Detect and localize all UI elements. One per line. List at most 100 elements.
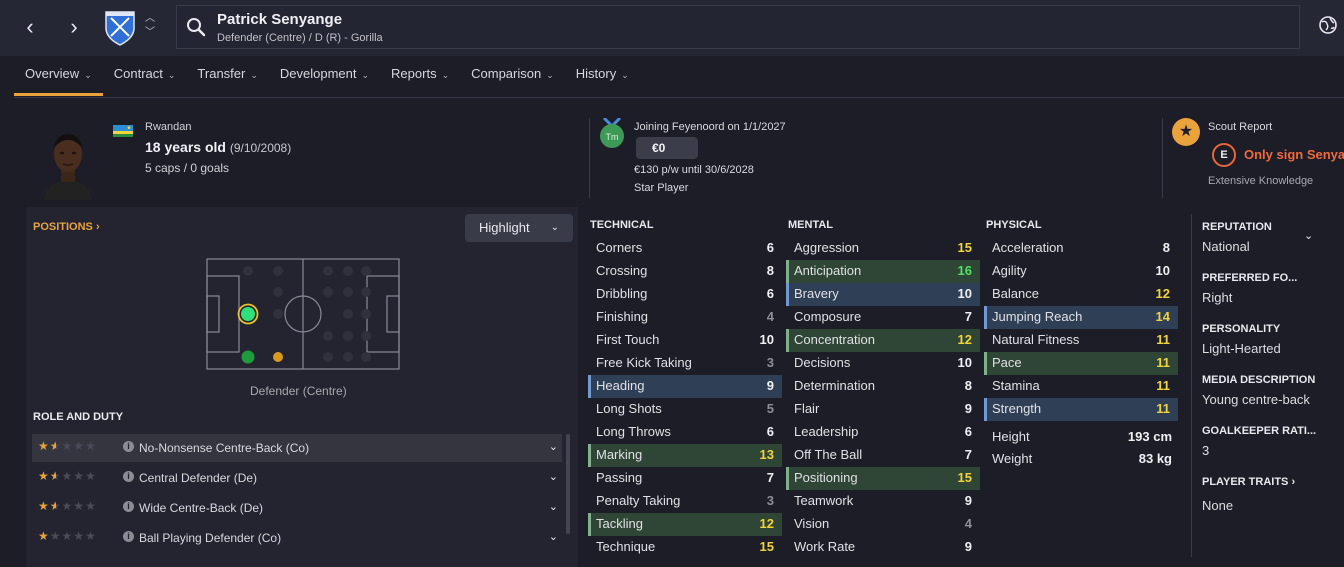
attribute-value: 9 [964,401,972,416]
natural-position-dot [241,307,255,321]
info-icon[interactable]: i [123,501,134,512]
chevron-down-icon[interactable]: ⌄ [1304,229,1313,242]
attribute-value: 15 [957,470,972,485]
attribute-row[interactable]: Stamina 11 [984,375,1178,398]
tab-comparison[interactable]: Comparison ⌄ [460,56,565,92]
attribute-row[interactable]: Strength 11 [984,398,1178,421]
role-rating-stars: ★★★★★ [38,439,97,453]
chevron-down-icon[interactable]: ⌄ [549,530,558,543]
role-name: No-Nonsense Centre-Back (Co) [139,441,310,455]
chevron-right-icon: › [1291,476,1296,488]
attribute-name: Decisions [794,355,851,370]
role-row[interactable]: ★★★★★ i Ball Playing Defender (Co) ⌄ [32,524,562,552]
attribute-row[interactable]: Composure 7 [786,306,980,329]
tab-history[interactable]: History ⌄ [565,56,640,92]
player-position-subtitle: Defender (Centre) / D (R) - Gorilla [217,32,383,44]
chevron-down-icon[interactable]: ⌄ [549,500,558,513]
tab-label: Contract [113,66,163,81]
attribute-row[interactable]: Positioning 15 [786,467,980,490]
transfer-fee[interactable]: €0 [636,137,698,159]
attribute-row[interactable]: Flair 9 [786,398,980,421]
chevron-up-icon[interactable]: ︿ [143,12,157,26]
international-caps: 5 caps / 0 goals [145,161,230,175]
attribute-row[interactable]: Bravery 10 [786,283,980,306]
globe-icon[interactable] [1318,15,1338,35]
attribute-row[interactable]: Finishing 4 [588,306,782,329]
back-arrow-icon[interactable]: ‹ [16,13,44,41]
attribute-name: Acceleration [992,240,1064,255]
player-avatar[interactable] [40,124,96,200]
attribute-value: 11 [1156,355,1170,370]
chevron-down-icon[interactable]: ⌄ [549,440,558,453]
attribute-row[interactable]: Balance 12 [984,283,1178,306]
role-list-scrollbar[interactable] [566,434,570,534]
attribute-row[interactable]: Determination 8 [786,375,980,398]
player-traits-link[interactable]: PLAYER TRAITS › [1202,476,1295,488]
tab-reports[interactable]: Reports ⌄ [380,56,460,92]
wage-info: €130 p/w until 30/6/2028 [634,164,754,176]
attribute-row[interactable]: Marking 13 [588,444,782,467]
attribute-row[interactable]: First Touch 10 [588,329,782,352]
attribute-row[interactable]: Vision 4 [786,513,980,536]
attribute-row[interactable]: Anticipation 16 [786,260,980,283]
positions-link[interactable]: POSITIONS › [33,221,100,233]
scout-report-title[interactable]: Scout Report [1208,121,1272,133]
star-icon: ★ [49,439,62,453]
divider [1191,214,1192,557]
forward-arrow-icon[interactable]: › [60,13,88,41]
player-search-box[interactable]: Patrick Senyange Defender (Centre) / D (… [176,5,1300,49]
attribute-row[interactable]: Heading 9 [588,375,782,398]
chevron-down-icon: ⌄ [550,222,559,233]
weight-row: Weight 83 kg [992,448,1180,470]
attribute-row[interactable]: Free Kick Taking 3 [588,352,782,375]
role-row[interactable]: ★★★★★ i Central Defender (De) ⌄ [32,464,562,492]
attribute-row[interactable]: Work Rate 9 [786,536,980,559]
attribute-value: 12 [1155,286,1170,301]
role-row[interactable]: ★★★★★ i No-Nonsense Centre-Back (Co) ⌄ [32,434,562,462]
scout-recommendation[interactable]: Only sign Senyange [1244,147,1344,162]
attribute-row[interactable]: Acceleration 8 [984,237,1178,260]
info-icon[interactable]: i [123,441,134,452]
attribute-value: 9 [964,539,972,554]
highlight-dropdown[interactable]: Highlight ⌄ [465,214,573,242]
attribute-row[interactable]: Corners 6 [588,237,782,260]
attribute-row[interactable]: Passing 7 [588,467,782,490]
attribute-row[interactable]: Technique 15 [588,536,782,559]
attribute-row[interactable]: Tackling 12 [588,513,782,536]
attribute-row[interactable]: Concentration 12 [786,329,980,352]
attribute-row[interactable]: Aggression 15 [786,237,980,260]
attribute-row[interactable]: Penalty Taking 3 [588,490,782,513]
attribute-row[interactable]: Off The Ball 7 [786,444,980,467]
attribute-row[interactable]: Long Throws 6 [588,421,782,444]
attribute-row[interactable]: Crossing 8 [588,260,782,283]
chevron-down-icon[interactable]: ﹀ [143,26,157,40]
attribute-row[interactable]: Leadership 6 [786,421,980,444]
attribute-name: Strength [992,401,1042,416]
tab-overview[interactable]: Overview ⌄ [14,56,103,96]
attribute-row[interactable]: Natural Fitness 11 [984,329,1178,352]
player-age: 18 years old (9/10/2008) [145,139,291,155]
tab-contract[interactable]: Contract ⌄ [103,56,187,92]
tab-bar: Overview ⌄ Contract ⌄ Transfer ⌄ Developmen… [14,56,640,96]
chevron-down-icon[interactable]: ⌄ [549,470,558,483]
info-icon[interactable]: i [123,471,134,482]
player-switch-arrows[interactable]: ︿ ﹀ [143,12,157,40]
attribute-row[interactable]: Teamwork 9 [786,490,980,513]
club-shield-icon[interactable] [104,10,136,46]
attribute-row[interactable]: Jumping Reach 14 [984,306,1178,329]
info-icon[interactable]: i [123,531,134,542]
star-icon: ★ [73,499,86,513]
attribute-row[interactable]: Dribbling 6 [588,283,782,306]
tab-development[interactable]: Development ⌄ [269,56,380,92]
position-label: Defender (Centre) [250,384,347,398]
attribute-value: 6 [964,424,972,439]
attribute-value: 9 [964,493,972,508]
attribute-value: 12 [759,516,774,531]
role-row[interactable]: ★★★★★ i Wide Centre-Back (De) ⌄ [32,494,562,522]
tab-transfer[interactable]: Transfer ⌄ [186,56,268,92]
attribute-row[interactable]: Pace 11 [984,352,1178,375]
attribute-value: 10 [957,355,972,370]
attribute-row[interactable]: Decisions 10 [786,352,980,375]
attribute-row[interactable]: Agility 10 [984,260,1178,283]
attribute-row[interactable]: Long Shots 5 [588,398,782,421]
